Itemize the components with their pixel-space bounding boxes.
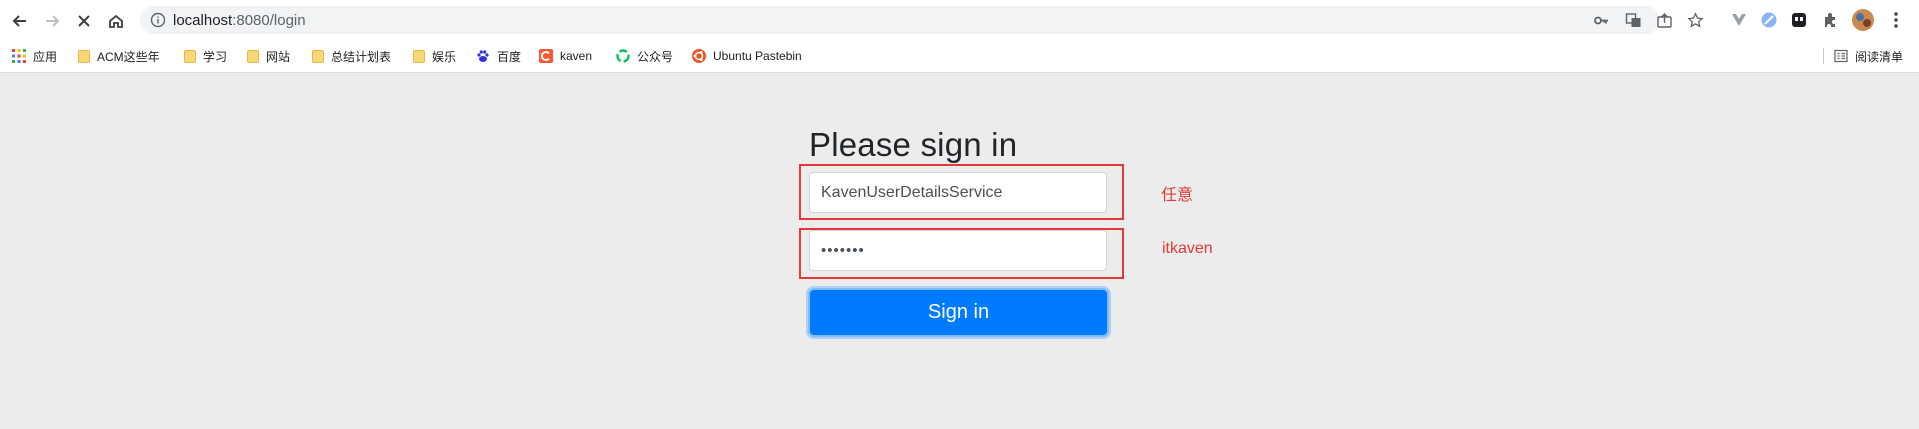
- password-annotation: itkaven: [1162, 240, 1213, 257]
- reading-list-label: 阅读清单: [1854, 49, 1903, 64]
- bookmark-folder-acm[interactable]: ACM这些年: [78, 47, 160, 65]
- vue-devtools-icon[interactable]: [1730, 11, 1748, 29]
- site-info-icon[interactable]: [150, 12, 166, 28]
- bookmark-label: 娱乐: [432, 49, 457, 64]
- reading-list-button[interactable]: 阅读清单: [1822, 47, 1903, 65]
- bookmark-baidu[interactable]: 百度: [476, 47, 521, 65]
- address-bar[interactable]: localhost:8080/login: [140, 6, 1704, 34]
- folder-icon: [413, 49, 425, 63]
- reading-list-icon: [1834, 49, 1848, 63]
- password-input[interactable]: •••••••: [809, 230, 1107, 271]
- username-input[interactable]: KavenUserDetailsService: [809, 172, 1107, 213]
- folder-icon: [312, 49, 324, 63]
- key-icon[interactable]: [1593, 12, 1610, 29]
- bookmark-label: 总结计划表: [331, 49, 392, 64]
- baidu-paw-icon: [477, 50, 489, 62]
- bookmark-label: 网站: [266, 49, 291, 64]
- stop-loading-icon[interactable]: [71, 8, 97, 34]
- url-text: localhost:8080/login: [173, 12, 306, 29]
- bookmark-folder-entertainment[interactable]: 娱乐: [413, 47, 456, 65]
- home-icon[interactable]: [103, 8, 129, 34]
- bookmark-label: 学习: [203, 49, 228, 64]
- folder-icon: [184, 49, 196, 63]
- bookmark-label: kaven: [560, 49, 593, 63]
- bookmark-kaven[interactable]: kaven: [539, 47, 592, 65]
- translate-icon[interactable]: [1625, 12, 1642, 29]
- username-annotation: 任意: [1161, 187, 1194, 204]
- bookmark-wechat-official[interactable]: 公众号: [616, 47, 673, 65]
- bookmark-label: Ubuntu Pastebin: [713, 49, 802, 63]
- folder-icon: [247, 49, 259, 63]
- sign-in-button[interactable]: Sign in: [808, 288, 1109, 337]
- password-value: •••••••: [821, 242, 865, 259]
- bookmark-folder-study[interactable]: 学习: [184, 47, 227, 65]
- divider: [1822, 48, 1824, 64]
- apps-grid-icon: [12, 49, 26, 63]
- profile-avatar[interactable]: [1852, 9, 1874, 31]
- folder-icon: [78, 49, 90, 63]
- bookmark-star-icon[interactable]: [1687, 12, 1704, 29]
- bookmark-ubuntu-pastebin[interactable]: Ubuntu Pastebin: [692, 47, 802, 65]
- bookmark-label: 公众号: [637, 49, 674, 64]
- bookmark-folder-websites[interactable]: 网站: [247, 47, 290, 65]
- forward-arrow-icon[interactable]: [39, 8, 65, 34]
- extensions-puzzle-icon[interactable]: [1822, 11, 1840, 29]
- page-title: Please sign in: [809, 126, 1018, 163]
- bookmark-label: 百度: [497, 49, 522, 64]
- wechat-icon: [616, 49, 630, 63]
- ubuntu-icon: [692, 49, 706, 63]
- bookmark-label: 应用: [33, 49, 58, 64]
- more-menu-icon[interactable]: [1887, 11, 1905, 29]
- sign-in-label: Sign in: [927, 301, 990, 323]
- tab-extension-icon[interactable]: [1790, 11, 1808, 29]
- share-icon[interactable]: [1656, 12, 1673, 29]
- bookmark-folder-plans[interactable]: 总结计划表: [312, 47, 391, 65]
- bookmark-label: ACM这些年: [97, 49, 160, 64]
- back-arrow-icon[interactable]: [7, 8, 33, 34]
- bookmark-apps[interactable]: 应用: [12, 47, 57, 65]
- browser-toolbar: localhost:8080/login: [0, 0, 1919, 40]
- username-value: KavenUserDetailsService: [821, 183, 1003, 201]
- bookmarks-bar: 应用 ACM这些年 学习 网站 总结计划表 娱乐 百度 kaven 公众号 Ub…: [0, 40, 1919, 73]
- csdn-c-icon: [539, 49, 553, 63]
- proxy-extension-icon[interactable]: [1760, 11, 1778, 29]
